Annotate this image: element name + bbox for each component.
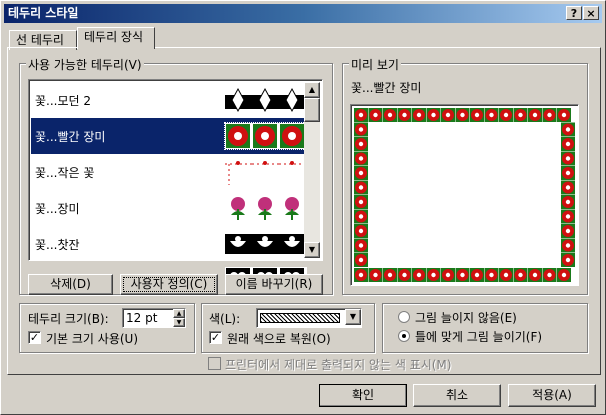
border-size-label: 테두리 크기(B): [28,312,109,326]
color-label: 색(L): [209,312,241,326]
stretch-to-fit-radio[interactable] [398,330,410,342]
preview-border-name: 꽃...빨간 장미 [351,81,422,95]
list-item-label: 꽃...장미 [35,202,80,216]
list-item[interactable]: 꽃...찻잔 [31,226,308,262]
apply-button[interactable]: 적용(A) [508,384,596,407]
red-rose-border-icon [224,122,308,150]
window-title: 테두리 스타일 [8,6,79,20]
list-item[interactable]: 꽃...장미 [31,190,308,226]
ok-button[interactable]: 확인 [319,384,407,407]
scroll-up-icon[interactable]: ▲ [304,82,320,98]
small-flower-border-icon [225,159,307,185]
restore-color-checkbox[interactable]: ✓ [209,331,222,344]
available-borders-label: 사용 가능한 테두리(V) [26,56,144,73]
delete-button[interactable]: 삭제(D) [28,274,113,295]
no-stretch-label: 그림 늘이지 않음(E) [415,311,517,325]
border-list[interactable]: 꽃...모던 2꽃...빨간 장미꽃...작은 꽃꽃...장미꽃...찻잔꽃..… [28,79,323,293]
help-icon[interactable]: ? [566,6,582,20]
printer-warning-checkbox[interactable] [208,357,221,370]
dropdown-arrow-icon[interactable]: ▼ [345,309,361,325]
default-size-checkbox[interactable]: ✓ [28,331,41,344]
stretch-to-fit-label: 틀에 맞게 그림 늘이기(F) [415,330,543,344]
restore-color-label: 원래 색으로 복원(O) [227,332,331,346]
color-swatch [260,313,340,323]
list-item-label: 꽃...작은 꽃 [35,166,95,180]
spin-down-icon[interactable]: ▼ [173,318,185,327]
rose-border-icon [225,195,307,221]
list-item-label: 꽃...찻잔 [35,238,80,252]
spin-up-icon[interactable]: ▲ [173,309,185,318]
custom-button[interactable]: 사용자 정의(C) [120,274,218,295]
close-icon[interactable]: × [583,6,599,20]
rose-border-preview [354,108,575,282]
modern-2-border-icon [225,87,307,113]
printer-warning-label: 프린터에서 제대로 출력되지 않는 색 표시(M) [225,358,452,372]
list-scrollbar[interactable]: ▲ ▼ [304,82,320,258]
rename-button[interactable]: 이름 바꾸기(R) [225,274,323,295]
tab-line-border-label: 선 테두리 [16,33,64,47]
scroll-down-icon[interactable]: ▼ [304,242,320,258]
list-item-label: 꽃...모던 2 [35,94,92,108]
list-item[interactable]: 꽃...작은 꽃 [31,154,308,190]
preview-label: 미리 보기 [349,56,401,73]
scroll-thumb[interactable] [304,98,320,122]
color-select[interactable]: ▼ [256,308,362,328]
teacup-border-icon [225,231,307,257]
tab-art-border-label: 테두리 장식 [84,30,144,44]
title-bar: 테두리 스타일 ? × [4,4,602,23]
border-size-spinner[interactable]: 12 pt ▲ ▼ [122,308,186,328]
tab-art-border[interactable]: 테두리 장식 [77,27,155,49]
preview-pane [350,104,579,286]
border-style-dialog: 테두리 스타일 ? × 선 테두리 테두리 장식 사용 가능한 테두리(V) 꽃… [0,0,606,415]
no-stretch-radio[interactable] [398,311,410,323]
cancel-button[interactable]: 취소 [413,384,501,407]
list-item[interactable]: 꽃...모던 2 [31,82,308,118]
list-item-label: 꽃...빨간 장미 [35,130,106,144]
list-item[interactable]: 꽃...빨간 장미 [31,118,308,154]
border-size-value: 12 pt [126,311,158,325]
default-size-label: 기본 크기 사용(U) [46,332,139,346]
